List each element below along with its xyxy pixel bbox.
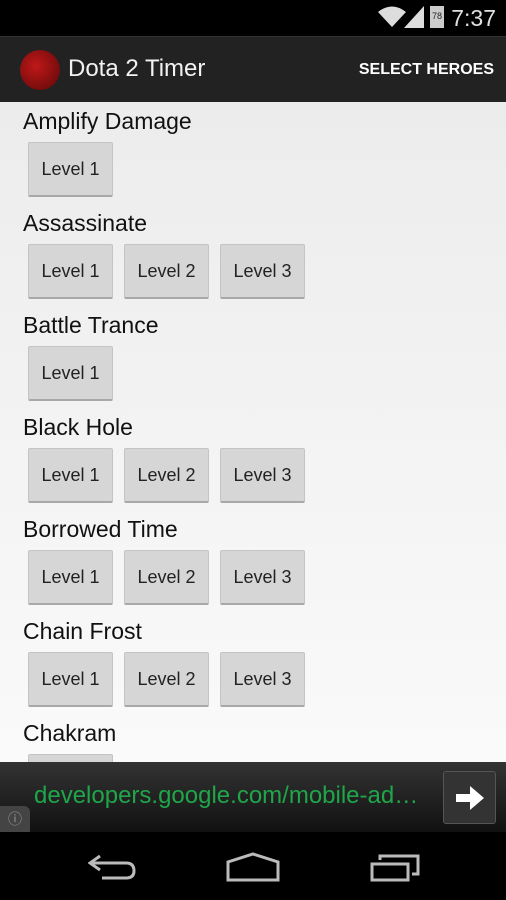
level-buttons: Level 1	[23, 346, 506, 401]
ad-go-button[interactable]	[443, 771, 496, 824]
recents-icon[interactable]	[370, 854, 420, 882]
level-button[interactable]: Level 3	[220, 244, 305, 299]
app-title: Dota 2 Timer	[68, 55, 206, 82]
level-button[interactable]: Level 3	[220, 550, 305, 605]
level-buttons: Level 1	[23, 142, 506, 197]
info-icon[interactable]: ⓘ	[0, 806, 30, 832]
level-button[interactable]: Level 1	[28, 652, 113, 707]
ability-name: Borrowed Time	[23, 516, 178, 542]
level-button[interactable]: Level 1	[28, 346, 113, 401]
level-button[interactable]: Level 1	[28, 448, 113, 503]
status-bar: 78 7:37	[0, 0, 506, 36]
navigation-bar	[0, 832, 506, 900]
ability-section: Chakram Level 1	[0, 714, 506, 762]
clock: 7:37	[451, 5, 496, 31]
ability-section: Chain Frost Level 1 Level 2 Level 3	[0, 612, 506, 714]
select-heroes-button[interactable]: SELECT HEROES	[359, 61, 494, 79]
ability-name: Chain Frost	[23, 618, 142, 644]
ability-name: Chakram	[23, 720, 117, 746]
level-button[interactable]: Level 2	[124, 448, 209, 503]
level-buttons: Level 1 Level 2 Level 3	[23, 244, 506, 299]
ability-section: Assassinate Level 1 Level 2 Level 3	[0, 204, 506, 306]
ability-name: Amplify Damage	[23, 108, 192, 134]
level-button[interactable]: Level 1	[28, 550, 113, 605]
level-button[interactable]: Level 1	[28, 142, 113, 197]
ad-banner[interactable]: developers.google.com/mobile-ad… ⓘ	[0, 762, 506, 832]
ad-url[interactable]: developers.google.com/mobile-ad…	[34, 782, 418, 810]
ability-list[interactable]: Amplify Damage Level 1 Assassinate Level 1L…	[0, 102, 506, 762]
ability-name: Battle Trance	[23, 312, 159, 338]
action-bar: Dota 2 Timer SELECT HEROES	[0, 36, 506, 102]
level-button[interactable]: Level 2	[124, 244, 209, 299]
level-button[interactable]: Level 2	[124, 652, 209, 707]
level-buttons: Level 1 Level 2 Level 3	[23, 448, 506, 503]
level-button[interactable]: Level 3	[220, 652, 305, 707]
ability-section: Amplify Damage Level 1	[0, 102, 506, 204]
back-icon[interactable]	[88, 854, 136, 880]
level-button[interactable]: Level 1	[28, 244, 113, 299]
level-button[interactable]: Level 1	[28, 754, 113, 762]
level-button[interactable]: Level 2	[124, 550, 209, 605]
ability-name: Black Hole	[23, 414, 133, 440]
ability-section: Borrowed Time Level 1 Level 2 Level 3	[0, 510, 506, 612]
home-icon[interactable]	[226, 852, 280, 882]
ability-name: Assassinate	[23, 210, 148, 236]
signal-icon	[404, 6, 424, 28]
level-buttons: Level 1	[23, 754, 506, 762]
level-button[interactable]: Level 3	[220, 448, 305, 503]
level-buttons: Level 1 Level 2 Level 3	[23, 652, 506, 707]
app-logo[interactable]	[20, 50, 60, 90]
wifi-icon	[378, 6, 406, 27]
battery-icon: 78	[430, 6, 444, 28]
level-buttons: Level 1 Level 2 Level 3	[23, 550, 506, 605]
ability-section: Black Hole Level 1 Level 2 Level 3	[0, 408, 506, 510]
arrow-right-icon	[455, 785, 484, 810]
ability-section: Battle Trance Level 1	[0, 306, 506, 408]
